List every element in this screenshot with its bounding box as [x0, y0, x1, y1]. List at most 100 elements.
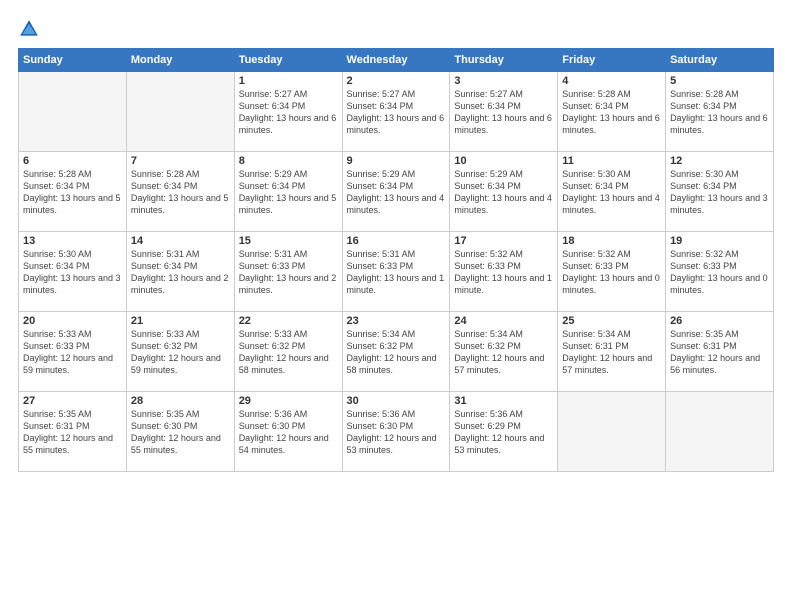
calendar-cell: 11Sunrise: 5:30 AM Sunset: 6:34 PM Dayli…: [558, 152, 666, 232]
calendar-cell: 29Sunrise: 5:36 AM Sunset: 6:30 PM Dayli…: [234, 392, 342, 472]
calendar-cell: 18Sunrise: 5:32 AM Sunset: 6:33 PM Dayli…: [558, 232, 666, 312]
calendar-cell: 9Sunrise: 5:29 AM Sunset: 6:34 PM Daylig…: [342, 152, 450, 232]
day-number: 2: [347, 75, 446, 87]
day-info: Sunrise: 5:35 AM Sunset: 6:31 PM Dayligh…: [670, 328, 769, 377]
day-info: Sunrise: 5:27 AM Sunset: 6:34 PM Dayligh…: [347, 88, 446, 137]
day-info: Sunrise: 5:35 AM Sunset: 6:31 PM Dayligh…: [23, 408, 122, 457]
calendar-cell: 10Sunrise: 5:29 AM Sunset: 6:34 PM Dayli…: [450, 152, 558, 232]
calendar-cell: 12Sunrise: 5:30 AM Sunset: 6:34 PM Dayli…: [666, 152, 774, 232]
day-number: 25: [562, 315, 661, 327]
day-info: Sunrise: 5:28 AM Sunset: 6:34 PM Dayligh…: [23, 168, 122, 217]
calendar-cell: 1Sunrise: 5:27 AM Sunset: 6:34 PM Daylig…: [234, 72, 342, 152]
day-number: 23: [347, 315, 446, 327]
day-number: 17: [454, 235, 553, 247]
calendar-cell: 25Sunrise: 5:34 AM Sunset: 6:31 PM Dayli…: [558, 312, 666, 392]
day-info: Sunrise: 5:33 AM Sunset: 6:33 PM Dayligh…: [23, 328, 122, 377]
day-info: Sunrise: 5:28 AM Sunset: 6:34 PM Dayligh…: [562, 88, 661, 137]
day-info: Sunrise: 5:32 AM Sunset: 6:33 PM Dayligh…: [562, 248, 661, 297]
day-info: Sunrise: 5:29 AM Sunset: 6:34 PM Dayligh…: [347, 168, 446, 217]
day-info: Sunrise: 5:27 AM Sunset: 6:34 PM Dayligh…: [239, 88, 338, 137]
calendar-cell: 4Sunrise: 5:28 AM Sunset: 6:34 PM Daylig…: [558, 72, 666, 152]
day-number: 4: [562, 75, 661, 87]
day-number: 6: [23, 155, 122, 167]
calendar-cell: 28Sunrise: 5:35 AM Sunset: 6:30 PM Dayli…: [126, 392, 234, 472]
day-info: Sunrise: 5:36 AM Sunset: 6:30 PM Dayligh…: [347, 408, 446, 457]
day-number: 11: [562, 155, 661, 167]
weekday-header: Saturday: [666, 49, 774, 72]
day-number: 10: [454, 155, 553, 167]
day-number: 16: [347, 235, 446, 247]
calendar-cell: 31Sunrise: 5:36 AM Sunset: 6:29 PM Dayli…: [450, 392, 558, 472]
day-info: Sunrise: 5:32 AM Sunset: 6:33 PM Dayligh…: [670, 248, 769, 297]
day-info: Sunrise: 5:34 AM Sunset: 6:32 PM Dayligh…: [347, 328, 446, 377]
calendar-cell: 13Sunrise: 5:30 AM Sunset: 6:34 PM Dayli…: [19, 232, 127, 312]
weekday-header: Tuesday: [234, 49, 342, 72]
calendar-week-row: 27Sunrise: 5:35 AM Sunset: 6:31 PM Dayli…: [19, 392, 774, 472]
calendar: SundayMondayTuesdayWednesdayThursdayFrid…: [18, 48, 774, 472]
calendar-cell: 17Sunrise: 5:32 AM Sunset: 6:33 PM Dayli…: [450, 232, 558, 312]
calendar-cell: 22Sunrise: 5:33 AM Sunset: 6:32 PM Dayli…: [234, 312, 342, 392]
day-info: Sunrise: 5:34 AM Sunset: 6:32 PM Dayligh…: [454, 328, 553, 377]
calendar-week-row: 20Sunrise: 5:33 AM Sunset: 6:33 PM Dayli…: [19, 312, 774, 392]
calendar-week-row: 1Sunrise: 5:27 AM Sunset: 6:34 PM Daylig…: [19, 72, 774, 152]
day-number: 21: [131, 315, 230, 327]
calendar-cell: [19, 72, 127, 152]
calendar-cell: 14Sunrise: 5:31 AM Sunset: 6:34 PM Dayli…: [126, 232, 234, 312]
weekday-header: Wednesday: [342, 49, 450, 72]
day-info: Sunrise: 5:28 AM Sunset: 6:34 PM Dayligh…: [131, 168, 230, 217]
day-info: Sunrise: 5:28 AM Sunset: 6:34 PM Dayligh…: [670, 88, 769, 137]
calendar-cell: 15Sunrise: 5:31 AM Sunset: 6:33 PM Dayli…: [234, 232, 342, 312]
day-number: 3: [454, 75, 553, 87]
calendar-week-row: 13Sunrise: 5:30 AM Sunset: 6:34 PM Dayli…: [19, 232, 774, 312]
calendar-cell: 23Sunrise: 5:34 AM Sunset: 6:32 PM Dayli…: [342, 312, 450, 392]
page-header: [18, 18, 774, 40]
day-number: 26: [670, 315, 769, 327]
day-info: Sunrise: 5:31 AM Sunset: 6:34 PM Dayligh…: [131, 248, 230, 297]
day-number: 27: [23, 395, 122, 407]
calendar-cell: [558, 392, 666, 472]
day-info: Sunrise: 5:32 AM Sunset: 6:33 PM Dayligh…: [454, 248, 553, 297]
day-info: Sunrise: 5:33 AM Sunset: 6:32 PM Dayligh…: [239, 328, 338, 377]
weekday-header: Friday: [558, 49, 666, 72]
day-info: Sunrise: 5:36 AM Sunset: 6:30 PM Dayligh…: [239, 408, 338, 457]
day-number: 24: [454, 315, 553, 327]
calendar-cell: [666, 392, 774, 472]
calendar-cell: 16Sunrise: 5:31 AM Sunset: 6:33 PM Dayli…: [342, 232, 450, 312]
day-number: 18: [562, 235, 661, 247]
day-info: Sunrise: 5:30 AM Sunset: 6:34 PM Dayligh…: [670, 168, 769, 217]
calendar-cell: 26Sunrise: 5:35 AM Sunset: 6:31 PM Dayli…: [666, 312, 774, 392]
day-number: 1: [239, 75, 338, 87]
day-number: 20: [23, 315, 122, 327]
calendar-cell: 24Sunrise: 5:34 AM Sunset: 6:32 PM Dayli…: [450, 312, 558, 392]
day-number: 29: [239, 395, 338, 407]
calendar-cell: 20Sunrise: 5:33 AM Sunset: 6:33 PM Dayli…: [19, 312, 127, 392]
day-number: 5: [670, 75, 769, 87]
calendar-cell: 7Sunrise: 5:28 AM Sunset: 6:34 PM Daylig…: [126, 152, 234, 232]
day-info: Sunrise: 5:31 AM Sunset: 6:33 PM Dayligh…: [347, 248, 446, 297]
logo-icon: [18, 18, 40, 40]
calendar-cell: 19Sunrise: 5:32 AM Sunset: 6:33 PM Dayli…: [666, 232, 774, 312]
day-info: Sunrise: 5:29 AM Sunset: 6:34 PM Dayligh…: [454, 168, 553, 217]
day-number: 13: [23, 235, 122, 247]
day-info: Sunrise: 5:33 AM Sunset: 6:32 PM Dayligh…: [131, 328, 230, 377]
calendar-cell: 2Sunrise: 5:27 AM Sunset: 6:34 PM Daylig…: [342, 72, 450, 152]
calendar-cell: 8Sunrise: 5:29 AM Sunset: 6:34 PM Daylig…: [234, 152, 342, 232]
day-info: Sunrise: 5:34 AM Sunset: 6:31 PM Dayligh…: [562, 328, 661, 377]
day-number: 19: [670, 235, 769, 247]
day-number: 9: [347, 155, 446, 167]
calendar-cell: 27Sunrise: 5:35 AM Sunset: 6:31 PM Dayli…: [19, 392, 127, 472]
weekday-header: Thursday: [450, 49, 558, 72]
calendar-cell: 3Sunrise: 5:27 AM Sunset: 6:34 PM Daylig…: [450, 72, 558, 152]
calendar-cell: 21Sunrise: 5:33 AM Sunset: 6:32 PM Dayli…: [126, 312, 234, 392]
day-number: 8: [239, 155, 338, 167]
logo: [18, 18, 44, 40]
day-info: Sunrise: 5:27 AM Sunset: 6:34 PM Dayligh…: [454, 88, 553, 137]
weekday-header: Monday: [126, 49, 234, 72]
calendar-cell: 30Sunrise: 5:36 AM Sunset: 6:30 PM Dayli…: [342, 392, 450, 472]
weekday-header: Sunday: [19, 49, 127, 72]
day-info: Sunrise: 5:29 AM Sunset: 6:34 PM Dayligh…: [239, 168, 338, 217]
day-info: Sunrise: 5:31 AM Sunset: 6:33 PM Dayligh…: [239, 248, 338, 297]
day-number: 22: [239, 315, 338, 327]
day-info: Sunrise: 5:30 AM Sunset: 6:34 PM Dayligh…: [23, 248, 122, 297]
calendar-cell: 6Sunrise: 5:28 AM Sunset: 6:34 PM Daylig…: [19, 152, 127, 232]
